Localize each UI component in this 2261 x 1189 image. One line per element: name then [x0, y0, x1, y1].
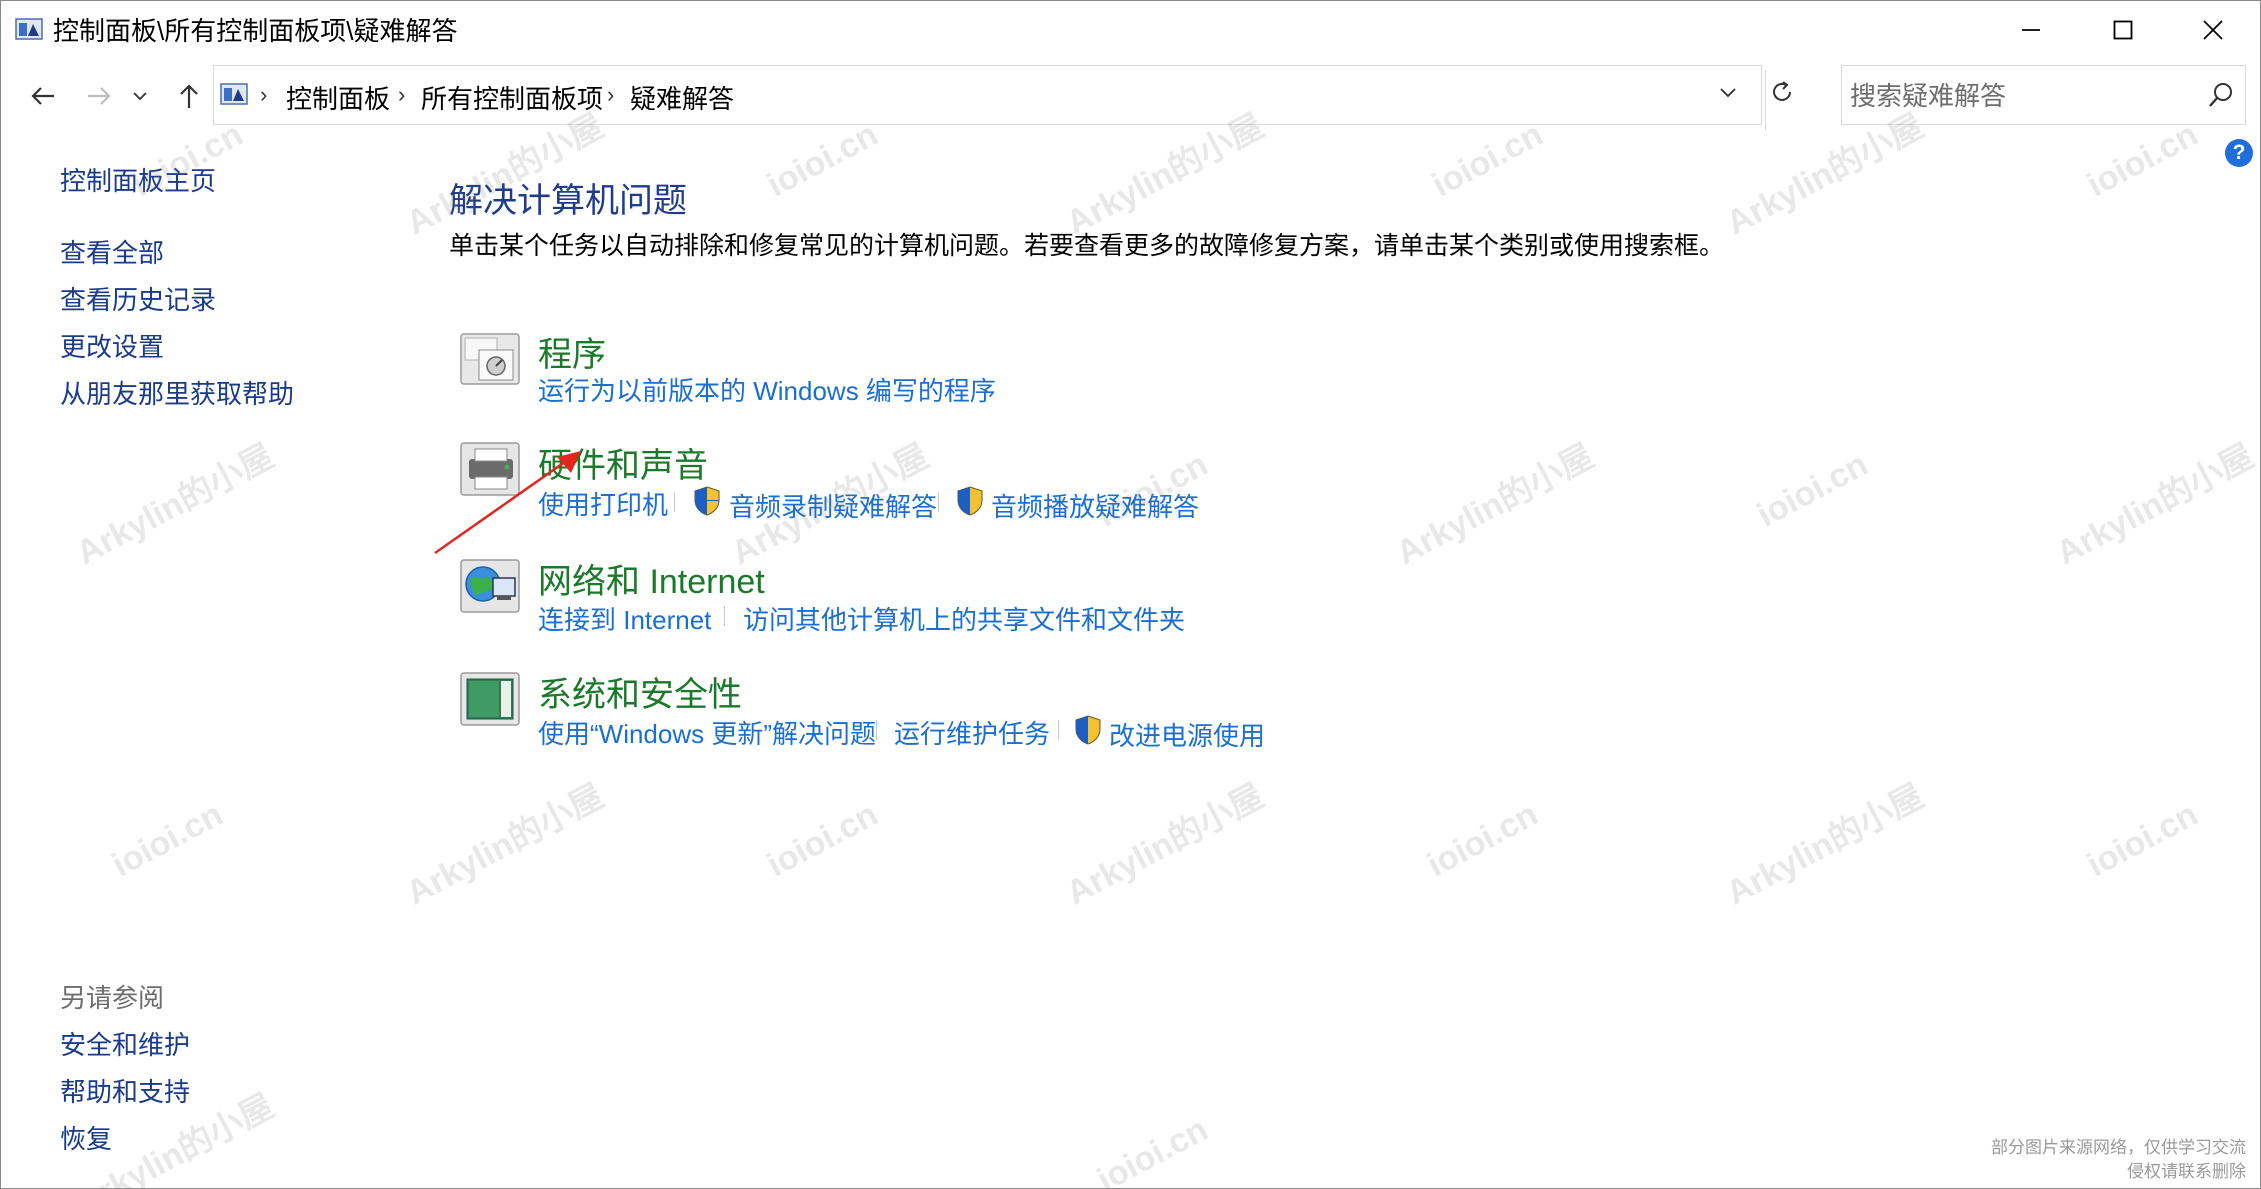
- sidebar-control-panel-home[interactable]: 控制面板主页: [60, 161, 216, 198]
- refresh-icon[interactable]: [1769, 79, 1795, 105]
- window-title: 控制面板\所有控制面板项\疑难解答: [53, 16, 458, 46]
- help-button[interactable]: ?: [2225, 139, 2253, 167]
- footnote-line-1: 部分图片来源网络，仅供学习交流: [1991, 1138, 2246, 1157]
- sidebar-view-all[interactable]: 查看全部: [60, 233, 164, 270]
- task-separator: [674, 492, 675, 512]
- address-dropdown-icon[interactable]: [1719, 80, 1737, 106]
- forward-button[interactable]: [81, 78, 117, 114]
- search-box[interactable]: [1841, 65, 2246, 125]
- address-divider: [1765, 70, 1766, 130]
- maximize-icon: [2113, 20, 2133, 40]
- breadcrumb-troubleshooting[interactable]: 疑难解答: [630, 79, 734, 116]
- watermark: ioioi.cn: [1751, 445, 1874, 535]
- watermark: Arkylin的小屋: [1720, 776, 1930, 913]
- breadcrumb-separator-icon: ›: [607, 82, 615, 107]
- arrow-right-icon: [88, 87, 111, 105]
- system-security-icon[interactable]: [459, 669, 525, 729]
- watermark: Arkylin的小屋: [1060, 776, 1270, 913]
- watermark: Arkylin的小屋: [1390, 436, 1600, 573]
- arrow-up-icon: [180, 84, 198, 108]
- network-globe-icon[interactable]: [459, 556, 525, 616]
- task-run-maintenance[interactable]: 运行维护任务: [894, 714, 1050, 751]
- control-panel-location-icon: [220, 83, 248, 105]
- watermark: ioioi.cn: [1421, 795, 1544, 885]
- arrow-left-icon: [31, 87, 54, 105]
- see-also-help-support[interactable]: 帮助和支持: [60, 1072, 190, 1109]
- task-run-older-programs[interactable]: 运行为以前版本的 Windows 编写的程序: [538, 371, 996, 408]
- close-icon: [2203, 20, 2223, 40]
- control-panel-window: 控制面板\所有控制面板项\疑难解答 › 控制面板 › 所有控制面板项 › 疑难解…: [0, 0, 2261, 1189]
- sidebar-change-settings[interactable]: 更改设置: [60, 327, 164, 364]
- task-audio-recording-troubleshoot[interactable]: 音频录制疑难解答: [729, 487, 937, 524]
- sidebar-get-help-from-friend[interactable]: 从朋友那里获取帮助: [60, 374, 294, 411]
- task-connect-to-internet[interactable]: 连接到 Internet: [538, 600, 711, 637]
- task-windows-update-troubleshoot[interactable]: 使用“Windows 更新”解决问题: [538, 714, 876, 751]
- task-access-shared-files[interactable]: 访问其他计算机上的共享文件和文件夹: [743, 600, 1185, 637]
- recent-locations-button[interactable]: [129, 78, 151, 114]
- programs-icon[interactable]: [459, 328, 525, 388]
- watermark: ioioi.cn: [761, 795, 884, 885]
- task-separator: [876, 720, 877, 740]
- up-button[interactable]: [171, 78, 207, 114]
- control-panel-icon: [15, 18, 43, 40]
- watermark: ioioi.cn: [106, 795, 229, 885]
- close-button[interactable]: [2167, 1, 2259, 59]
- see-also-security-maintenance[interactable]: 安全和维护: [60, 1025, 190, 1062]
- watermark: ioioi.cn: [2081, 795, 2204, 885]
- footnote-line-2: 侵权请联系删除: [2127, 1162, 2246, 1181]
- maximize-button[interactable]: [2077, 1, 2169, 59]
- sidebar-view-history[interactable]: 查看历史记录: [60, 280, 216, 317]
- search-icon[interactable]: [2207, 81, 2235, 109]
- category-system-security[interactable]: 系统和安全性: [538, 667, 742, 716]
- watermark: Arkylin的小屋: [2050, 436, 2260, 573]
- task-audio-playback-troubleshoot[interactable]: 音频播放疑难解答: [991, 487, 1199, 524]
- breadcrumb-separator-icon: ›: [398, 82, 406, 107]
- minimize-button[interactable]: [1985, 1, 2077, 59]
- navigation-bar: › 控制面板 › 所有控制面板项 › 疑难解答: [1, 61, 2260, 131]
- page-description: 单击某个任务以自动排除和修复常见的计算机问题。若要查看更多的故障修复方案，请单击…: [449, 232, 1725, 260]
- minimize-icon: [2022, 29, 2040, 31]
- breadcrumb-separator-icon: ›: [260, 82, 268, 107]
- task-separator: [938, 492, 939, 512]
- breadcrumb-all-items[interactable]: 所有控制面板项: [421, 79, 603, 116]
- search-input[interactable]: [1848, 76, 2182, 116]
- uac-shield-icon: [957, 486, 983, 516]
- back-button[interactable]: [25, 78, 61, 114]
- watermark: Arkylin的小屋: [400, 776, 610, 913]
- title-bar: 控制面板\所有控制面板项\疑难解答: [1, 1, 2260, 59]
- category-network-internet[interactable]: 网络和 Internet: [538, 554, 765, 603]
- category-programs[interactable]: 程序: [538, 327, 606, 376]
- task-separator: [1058, 720, 1059, 740]
- task-separator: [724, 606, 725, 626]
- task-improve-power-usage[interactable]: 改进电源使用: [1109, 716, 1265, 753]
- page-title: 解决计算机问题: [449, 182, 687, 220]
- watermark: Arkylin的小屋: [70, 436, 280, 573]
- uac-shield-icon: [1075, 715, 1101, 745]
- uac-shield-icon: [694, 486, 720, 516]
- see-also-recovery[interactable]: 恢复: [60, 1119, 112, 1156]
- see-also-heading: 另请参阅: [60, 983, 165, 1013]
- address-bar[interactable]: › 控制面板 › 所有控制面板项 › 疑难解答: [213, 65, 1766, 130]
- chevron-down-icon: [133, 92, 147, 101]
- breadcrumb-control-panel[interactable]: 控制面板: [286, 79, 390, 116]
- watermark: ioioi.cn: [1091, 1110, 1214, 1189]
- annotation-arrow-icon: [434, 451, 581, 555]
